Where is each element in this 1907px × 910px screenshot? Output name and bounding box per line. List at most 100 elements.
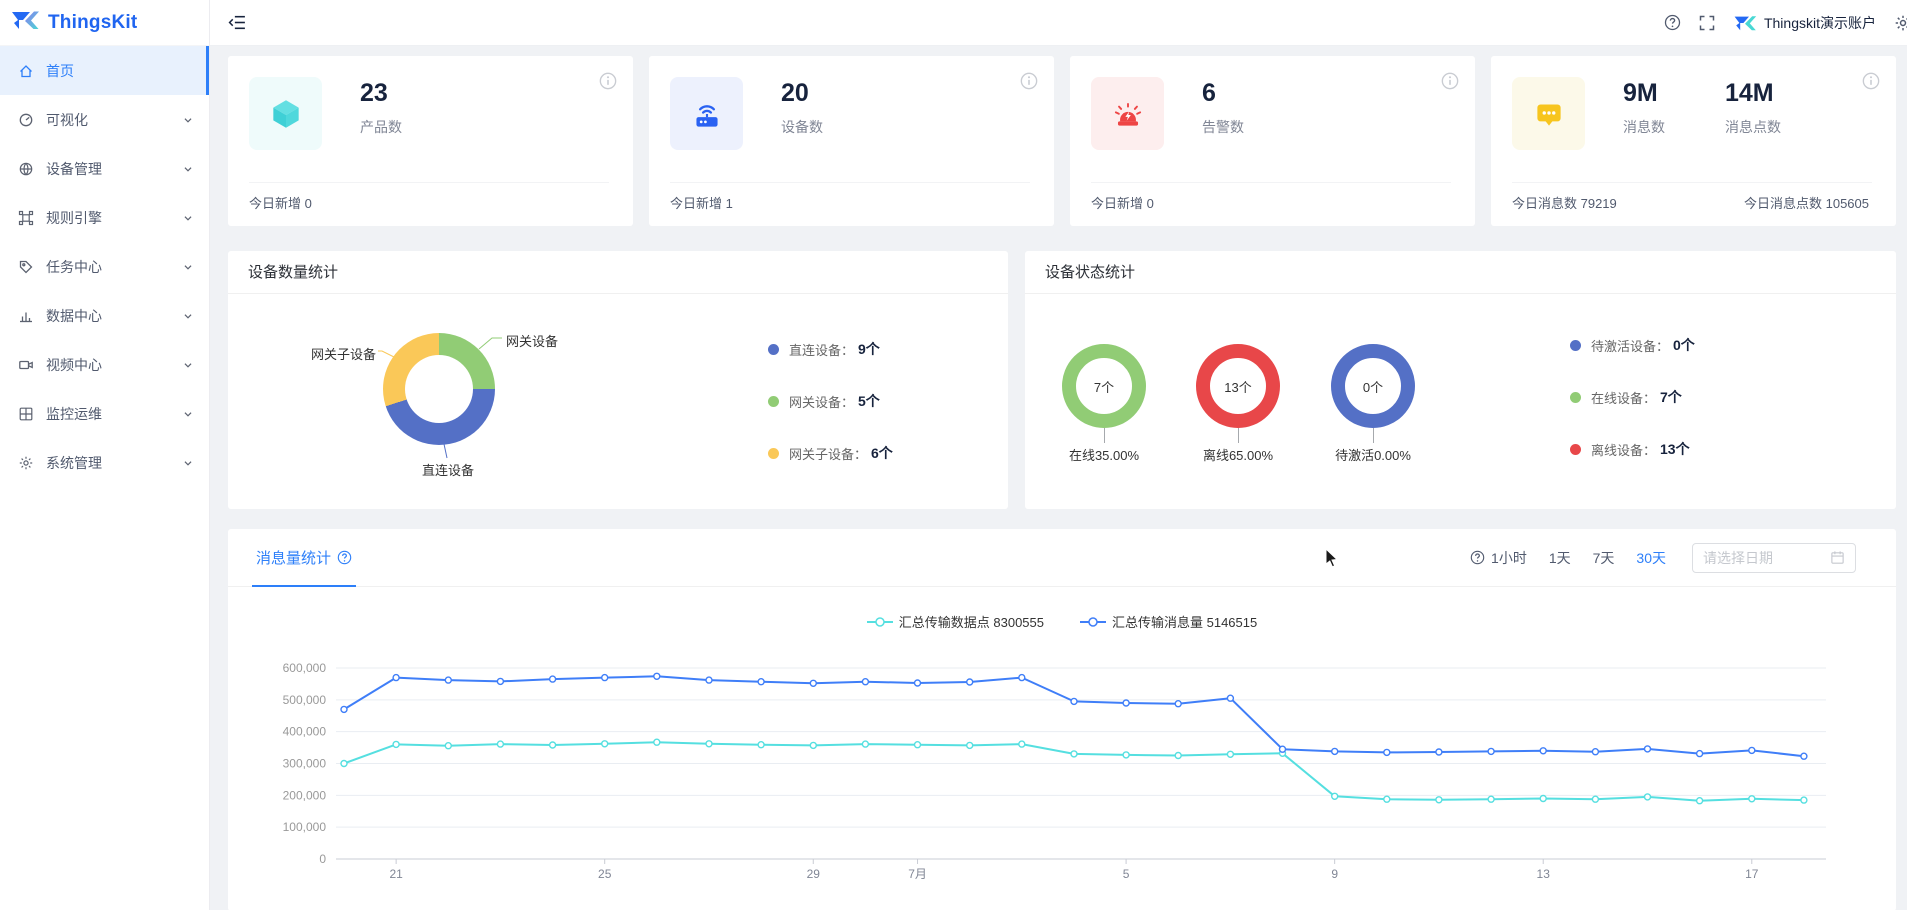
series-legend-汇总传输消息量[interactable]: 汇总传输消息量 5146515 [1080, 612, 1257, 631]
legend-dot [768, 396, 779, 407]
svg-text:0: 0 [319, 852, 326, 866]
legend-label: 离线设备： [1591, 440, 1656, 459]
ring-label: 离线65.00% [1168, 445, 1308, 464]
info-icon[interactable] [1862, 72, 1880, 95]
ring-count: 7个 [1094, 377, 1114, 396]
status-ring-待激活[interactable]: 0个 [1331, 344, 1415, 428]
series-legend-label: 汇总传输消息量 5146515 [1112, 612, 1257, 631]
info-icon[interactable] [599, 72, 617, 95]
legend-count: 7个 [1660, 387, 1682, 407]
chevron-down-icon [181, 309, 195, 323]
product-cube-icon [249, 77, 322, 150]
message-line-chart[interactable]: 0100,000200,000300,000400,000500,000600,… [228, 659, 1896, 910]
legend-item[interactable]: 网关设备：5个 [768, 391, 893, 411]
rule-engine-icon [18, 210, 34, 226]
legend-item[interactable]: 网关子设备：6个 [768, 443, 893, 463]
ring-leader-line [1104, 428, 1105, 443]
time-filter-1小时[interactable]: 1小时 [1491, 548, 1527, 568]
time-filter-30天[interactable]: 30天 [1636, 548, 1666, 568]
svg-text:400,000: 400,000 [283, 725, 327, 739]
task-icon [18, 259, 34, 275]
chevron-down-icon [181, 211, 195, 225]
legend-label: 直连设备： [789, 340, 854, 359]
stat-card-告警数: 6 告警数今日新增 0 [1070, 56, 1475, 226]
video-icon [18, 357, 34, 373]
status-ring-离线[interactable]: 13个 [1196, 344, 1280, 428]
sidebar-item-设备管理[interactable]: 设备管理 [0, 144, 209, 193]
sidebar-item-监控运维[interactable]: 监控运维 [0, 389, 209, 438]
sidebar-item-规则引擎[interactable]: 规则引擎 [0, 193, 209, 242]
message-stats-panel: 消息量统计 [228, 529, 1896, 910]
sidebar-item-label: 视频中心 [46, 355, 181, 375]
time-filter-7天[interactable]: 7天 [1593, 548, 1615, 568]
logo-text: ThingsKit [48, 12, 137, 34]
info-icon[interactable] [1020, 72, 1038, 95]
svg-text:13: 13 [1537, 867, 1551, 881]
ring-label: 在线35.00% [1034, 445, 1174, 464]
line-marker-icon [867, 615, 893, 629]
sidebar-item-可视化[interactable]: 可视化 [0, 95, 209, 144]
date-picker-input[interactable]: 请选择日期 [1692, 543, 1856, 573]
time-filter-group: 1小时 1天 7天 30天 请选择日期 [1470, 543, 1856, 573]
sidebar-item-label: 监控运维 [46, 404, 181, 424]
chevron-down-icon [181, 407, 195, 421]
series-legend-label: 汇总传输数据点 8300555 [899, 612, 1044, 631]
stat-footer: 今日新增 0 [249, 193, 312, 226]
chevron-down-icon [181, 162, 195, 176]
stat-cards-row: 23产品数今日新增 020设备数今日新增 16告警数今日新增 09M消息数14M… [228, 56, 1896, 226]
legend-item[interactable]: 在线设备：7个 [1570, 387, 1695, 407]
stat-value: 9M [1623, 79, 1665, 108]
gateway-icon [670, 77, 743, 150]
account-menu[interactable]: Thingskit演示账户 [1733, 13, 1876, 33]
sidebar-item-首页[interactable]: 首页 [0, 46, 209, 95]
sidebar: ThingsKit 首页可视化设备管理规则引擎任务中心数据中心视频中心监控运维系… [0, 0, 210, 910]
top-header: Thingskit演示账户 [210, 0, 1907, 46]
legend-item[interactable]: 直连设备：9个 [768, 339, 893, 359]
sidebar-item-视频中心[interactable]: 视频中心 [0, 340, 209, 389]
stat-value: 23 [360, 79, 402, 108]
filter-help-icon[interactable] [1470, 550, 1485, 565]
time-filter-1天[interactable]: 1天 [1549, 548, 1571, 568]
stat-label: 告警数 [1202, 117, 1244, 137]
ring-label: 待激活0.00% [1303, 445, 1443, 464]
dashboard-content: 23产品数今日新增 020设备数今日新增 16告警数今日新增 09M消息数14M… [210, 46, 1907, 910]
mouse-cursor [1325, 548, 1339, 573]
line-marker-icon [1080, 615, 1106, 629]
device-status-title: 设备状态统计 [1025, 251, 1896, 294]
stat-value: 20 [781, 79, 823, 108]
sidebar-item-label: 规则引擎 [46, 208, 181, 228]
legend-count: 9个 [858, 339, 880, 359]
sidebar-item-任务中心[interactable]: 任务中心 [0, 242, 209, 291]
stat-label: 消息点数 [1725, 117, 1781, 137]
tab-message-stats[interactable]: 消息量统计 [256, 529, 352, 586]
help-icon[interactable] [1664, 14, 1681, 31]
sidebar-item-系统管理[interactable]: 系统管理 [0, 438, 209, 487]
stat-value: 6 [1202, 79, 1244, 108]
sidebar-item-label: 数据中心 [46, 306, 181, 326]
ring-count: 13个 [1224, 377, 1251, 396]
app-logo[interactable]: ThingsKit [0, 0, 209, 46]
device-count-donut-chart[interactable] [383, 333, 495, 445]
info-icon[interactable] [1441, 72, 1459, 95]
tab-label: 消息量统计 [256, 547, 331, 568]
status-ring-在线[interactable]: 7个 [1062, 344, 1146, 428]
settings-gear-icon[interactable] [1894, 14, 1907, 32]
date-placeholder: 请选择日期 [1703, 548, 1830, 568]
fullscreen-icon[interactable] [1699, 15, 1715, 31]
device-status-legend: 待激活设备：0个在线设备：7个离线设备：13个 [1570, 335, 1695, 491]
legend-item[interactable]: 待激活设备：0个 [1570, 335, 1695, 355]
ring-leader-line [1373, 428, 1374, 443]
legend-item[interactable]: 离线设备：13个 [1570, 439, 1695, 459]
stat-footer: 今日新增 0 [1091, 193, 1154, 226]
sidebar-item-label: 可视化 [46, 110, 181, 130]
menu-fold-icon[interactable] [228, 13, 247, 32]
device-count-legend: 直连设备：9个网关设备：5个网关子设备：6个 [768, 339, 893, 495]
charts-row: 设备数量统计 网关设备网关子设备直连设备 直连设备：9个网关设备：5个网关子设备… [228, 251, 1896, 509]
donut-callout-label: 网关设备 [506, 331, 558, 350]
sidebar-item-数据中心[interactable]: 数据中心 [0, 291, 209, 340]
stat-footer: 今日消息数 79219 [1512, 193, 1617, 226]
legend-label: 网关设备： [789, 392, 854, 411]
series-legend-汇总传输数据点[interactable]: 汇总传输数据点 8300555 [867, 612, 1044, 631]
alarm-icon [1091, 77, 1164, 150]
legend-label: 待激活设备： [1591, 336, 1669, 355]
